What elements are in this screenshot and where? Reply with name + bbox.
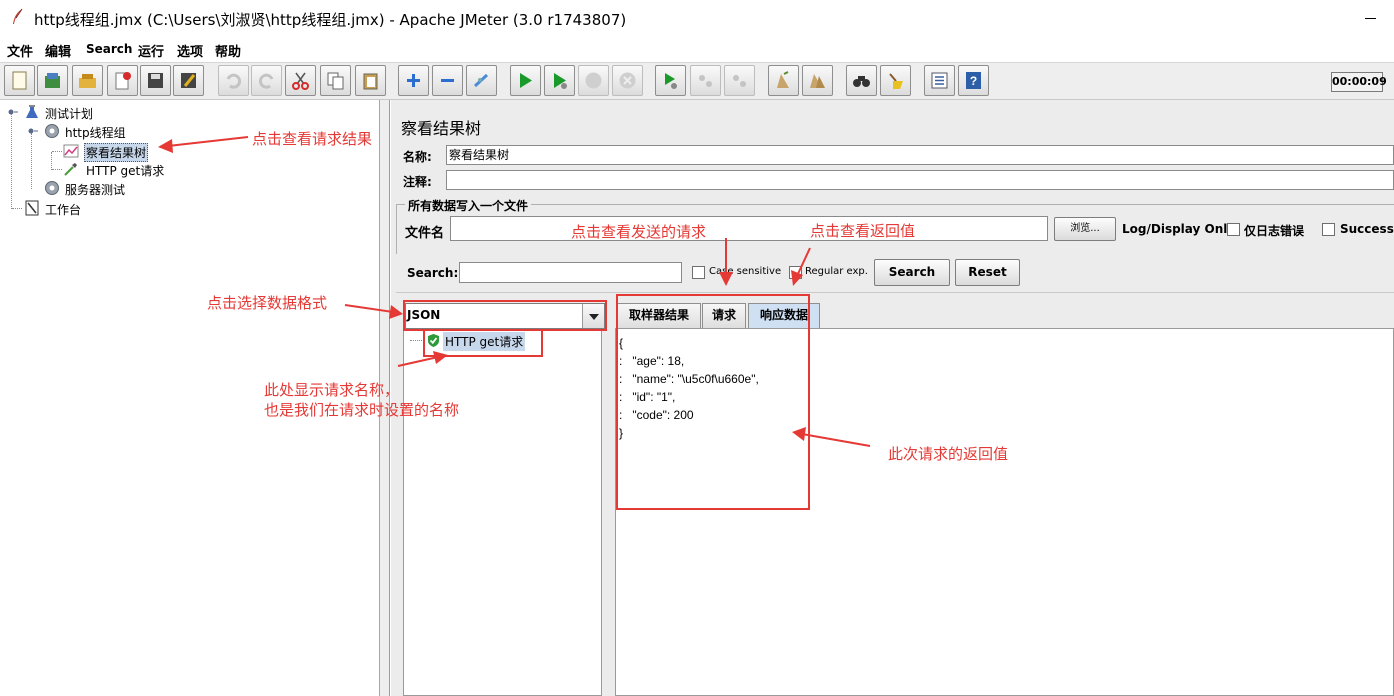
tree-item-view-results-tree[interactable]: 察看结果树: [84, 143, 149, 162]
annotation-request-name-line1: 此处显示请求名称，: [264, 381, 400, 399]
search-label: Search:: [407, 266, 459, 280]
window-title: http线程组.jmx (C:\Users\刘淑贤\http线程组.jmx) -…: [34, 11, 627, 29]
tree-guide-line: [52, 151, 62, 152]
chart-icon: [63, 144, 79, 158]
collapse-icon[interactable]: [432, 65, 463, 96]
elapsed-timer: 00:00:09: [1331, 72, 1387, 92]
expand-icon[interactable]: [398, 65, 429, 96]
filename-field[interactable]: [450, 216, 1048, 241]
save-as-icon[interactable]: [173, 65, 204, 96]
tree-item-http-request[interactable]: HTTP get请求: [86, 162, 164, 179]
gear-icon: [45, 181, 59, 195]
menu-options[interactable]: 选项: [177, 41, 203, 60]
tree-item-server-test[interactable]: 服务器测试: [65, 181, 125, 198]
templates-icon[interactable]: [37, 65, 68, 96]
tree-guide-line: [410, 340, 424, 341]
tree-item-thread-group[interactable]: http线程组: [65, 124, 126, 141]
menu-edit[interactable]: 编辑: [45, 41, 71, 60]
save-icon[interactable]: [140, 65, 171, 96]
new-icon[interactable]: [4, 65, 35, 96]
remote-stop-icon[interactable]: [690, 65, 721, 96]
tree-guide-line: [52, 169, 62, 170]
open-icon[interactable]: [72, 65, 103, 96]
menu-file[interactable]: 文件: [7, 41, 33, 60]
errors-only-checkbox[interactable]: [1227, 223, 1240, 236]
log-display-label: Log/Display Only:: [1122, 222, 1240, 236]
clear-all-icon[interactable]: [802, 65, 833, 96]
undo-icon[interactable]: [218, 65, 249, 96]
annotation-select-format: 点击选择数据格式: [207, 294, 328, 312]
annotation-view-request: 点击查看发送的请求: [571, 223, 707, 241]
help-icon[interactable]: ?: [958, 65, 989, 96]
errors-only-label: 仅日志错误: [1244, 224, 1305, 238]
comment-field[interactable]: [446, 170, 1394, 190]
page-title: 察看结果树: [401, 119, 482, 138]
paste-icon[interactable]: [355, 65, 386, 96]
menu-help[interactable]: 帮助: [215, 41, 241, 60]
tree-guide-line: [11, 114, 12, 209]
search-input[interactable]: [459, 262, 682, 283]
search-button[interactable]: Search: [874, 259, 950, 286]
remote-start-icon[interactable]: [655, 65, 686, 96]
file-group-title: 所有数据写入一个文件: [405, 197, 532, 214]
annotation-box-response: [616, 294, 810, 510]
split-divider[interactable]: [396, 292, 1394, 298]
filename-label: 文件名: [405, 226, 445, 241]
annotation-box-format: [403, 300, 607, 331]
case-sensitive-label: Case sensitive: [709, 266, 782, 277]
annotation-view-result: 点击查看请求结果: [252, 130, 373, 148]
tree-item-test-plan[interactable]: 测试计划: [45, 105, 93, 122]
copy-icon[interactable]: [320, 65, 351, 96]
comment-label: 注释:: [403, 175, 432, 189]
case-sensitive-checkbox[interactable]: [692, 266, 705, 279]
svg-text:?: ?: [970, 74, 977, 88]
browse-button[interactable]: 浏览...: [1054, 217, 1116, 241]
cut-icon[interactable]: [285, 65, 316, 96]
annotation-box-result-node: [423, 329, 543, 357]
tree-guide-line: [12, 208, 22, 209]
annotation-view-response: 点击查看返回值: [810, 222, 916, 240]
pipette-icon: [64, 163, 77, 176]
reset-search-icon[interactable]: [880, 65, 911, 96]
start-no-pause-icon[interactable]: [544, 65, 575, 96]
menu-run[interactable]: 运行: [138, 41, 164, 60]
redo-icon[interactable]: [251, 65, 282, 96]
start-icon[interactable]: [510, 65, 541, 96]
function-helper-icon[interactable]: [924, 65, 955, 96]
tree-guide-line: [51, 152, 52, 170]
toolbar: ? 00:00:09: [0, 62, 1394, 100]
name-label: 名称:: [403, 150, 432, 164]
menu-bar: 文件 编辑 Search 运行 选项 帮助: [0, 36, 1394, 62]
annotation-return-value: 此次请求的返回值: [888, 445, 1009, 463]
reset-button[interactable]: Reset: [955, 259, 1020, 286]
workbench-icon: [25, 200, 39, 216]
close-icon[interactable]: [107, 65, 138, 96]
test-plan-icon: [26, 105, 38, 118]
stop-icon[interactable]: [578, 65, 609, 96]
jmeter-feather-icon: [13, 8, 23, 24]
successes-label: Successe: [1340, 222, 1394, 236]
results-tree: [403, 330, 602, 696]
search-icon[interactable]: [846, 65, 877, 96]
shutdown-icon[interactable]: [612, 65, 643, 96]
gear-icon: [45, 124, 59, 138]
tree-expand-handle-icon[interactable]: [26, 125, 38, 137]
tree-guide-line: [31, 133, 32, 189]
tree-item-workbench[interactable]: 工作台: [45, 201, 81, 218]
clear-icon[interactable]: [768, 65, 799, 96]
toggle-icon[interactable]: [466, 65, 497, 96]
name-field[interactable]: 察看结果树: [446, 145, 1394, 165]
regex-checkbox[interactable]: [789, 266, 802, 279]
successes-checkbox[interactable]: [1322, 223, 1335, 236]
regex-label: Regular exp.: [805, 266, 868, 277]
annotation-request-name-line2: 也是我们在请求时设置的名称: [264, 401, 460, 419]
remote-exit-icon[interactable]: [724, 65, 755, 96]
minimize-button[interactable]: [1356, 8, 1386, 28]
tree-expand-handle-icon[interactable]: [6, 106, 18, 118]
menu-search[interactable]: Search: [86, 42, 132, 56]
